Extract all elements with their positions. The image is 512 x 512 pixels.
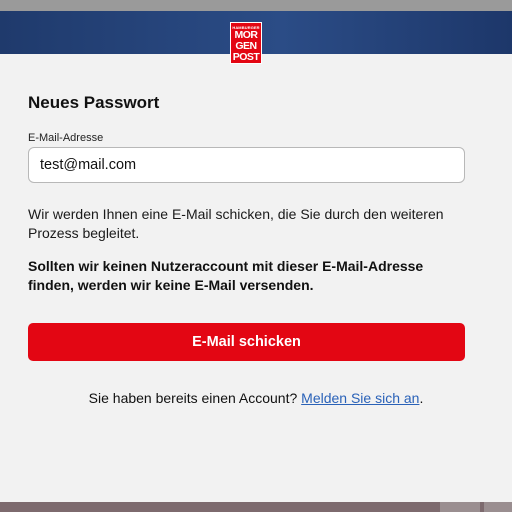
logo-line-post: POST bbox=[232, 51, 260, 63]
cookie-banner-edge bbox=[0, 502, 512, 512]
email-field-label: E-Mail-Adresse bbox=[28, 132, 104, 144]
login-prompt-text: Sie haben bereits einen Account? bbox=[88, 390, 298, 406]
login-prompt-line: Sie haben bereits einen Account? Melden … bbox=[0, 390, 512, 406]
send-email-button[interactable]: E-Mail schicken bbox=[28, 323, 465, 361]
browser-top-strip bbox=[0, 0, 512, 11]
notice-text: Sollten wir keinen Nutzeraccount mit die… bbox=[28, 258, 424, 293]
email-field[interactable] bbox=[28, 147, 465, 183]
banner-segment bbox=[440, 502, 480, 512]
login-prompt-suffix: . bbox=[419, 390, 424, 406]
page-title: Neues Passwort bbox=[28, 93, 160, 112]
banner-segment bbox=[484, 502, 512, 512]
login-link[interactable]: Melden Sie sich an bbox=[301, 390, 419, 406]
morgenpost-logo[interactable]: HAMBURGER MOR GEN POST bbox=[230, 22, 262, 64]
info-text: Wir werden Ihnen eine E-Mail schicken, d… bbox=[28, 206, 444, 241]
